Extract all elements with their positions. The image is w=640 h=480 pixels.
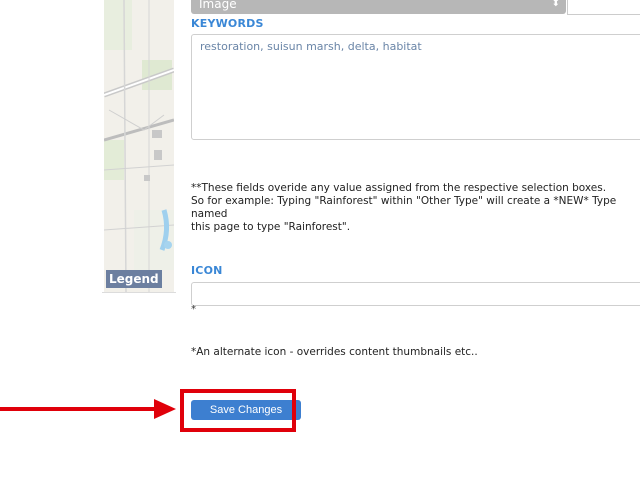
override-note-line-2: So for example: Typing "Rainforest" with…: [191, 195, 617, 220]
override-note-line-1: **These fields overide any value assigne…: [191, 182, 607, 194]
icon-asterisk: *: [191, 304, 196, 315]
map-graphic: [104, 0, 174, 292]
map-divider: [102, 292, 176, 293]
icon-input[interactable]: [191, 282, 640, 306]
keywords-label: KEYWORDS: [191, 17, 264, 30]
side-input[interactable]: [567, 0, 640, 15]
highlight-box: [180, 389, 296, 432]
edit-form-panel: Image ⬍ KEYWORDS restoration, suisun mar…: [177, 0, 640, 440]
icon-label: ICON: [191, 264, 223, 277]
override-note: **These fields overide any value assigne…: [191, 182, 640, 234]
keywords-value: restoration, suisun marsh, delta, habita…: [200, 40, 422, 53]
type-select-value: Image: [199, 0, 237, 11]
map-tile[interactable]: [104, 0, 174, 292]
type-select[interactable]: Image ⬍: [191, 0, 566, 14]
icon-note: *An alternate icon - overrides content t…: [191, 346, 478, 358]
keywords-textarea[interactable]: restoration, suisun marsh, delta, habita…: [191, 34, 640, 140]
map-panel: Legend: [102, 0, 178, 362]
legend-button[interactable]: Legend: [106, 270, 162, 288]
select-arrows-icon: ⬍: [551, 0, 560, 9]
pointer-arrow-icon: [0, 399, 176, 419]
override-note-line-3: this page to type "Rainforest".: [191, 221, 351, 233]
